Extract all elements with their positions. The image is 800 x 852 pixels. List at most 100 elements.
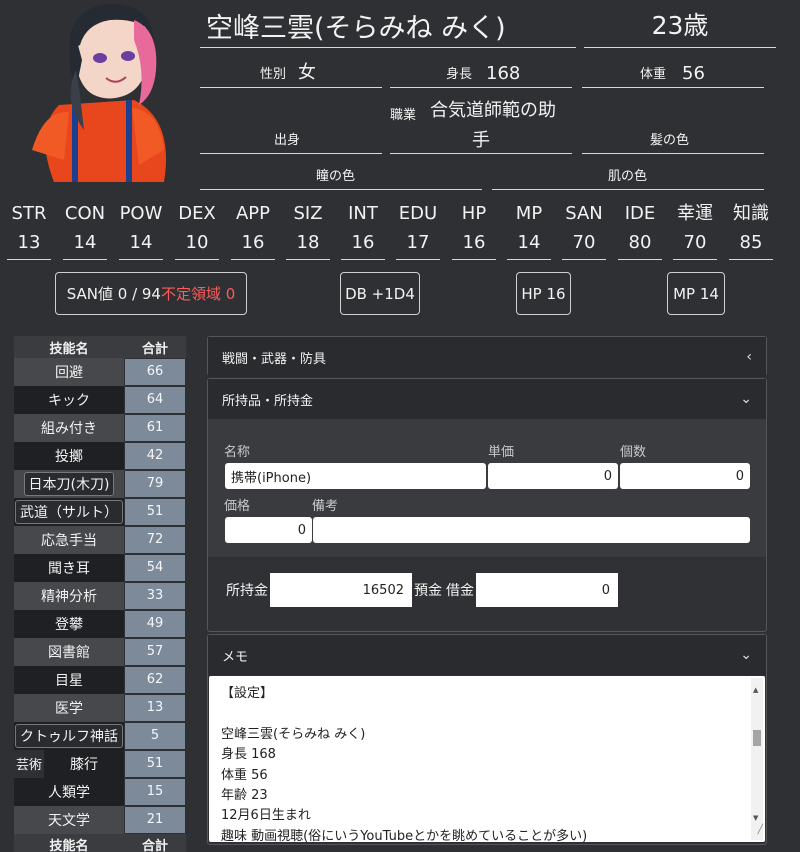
stat-edu: EDU 17 [396, 200, 440, 260]
skill-row-dodge[interactable]: 回避 66 [14, 358, 186, 386]
header-skill-name: 技能名 [49, 341, 89, 357]
stat-value: 16 [241, 232, 265, 253]
skill-value: 51 [124, 749, 186, 778]
memo-line: 年齢 23 [221, 787, 268, 803]
skill-row-listen[interactable]: 聞き耳 54 [14, 553, 186, 582]
skill-value: 21 [124, 805, 186, 834]
eye-color-label: 瞳の色 [316, 169, 356, 184]
character-name: 空峰三雲(そらみね みく) [206, 13, 506, 44]
hp-button[interactable]: HP 16 [516, 272, 571, 315]
stat-mp: MP 14 [507, 200, 551, 260]
skill-row-climb[interactable]: 登攀 49 [14, 609, 186, 638]
memo-scrollbar[interactable]: ▲ ▼ [751, 678, 763, 840]
skill-name: 組み付き [14, 413, 124, 442]
skill-row-kick[interactable]: キック 64 [14, 385, 186, 414]
stat-siz: SIZ 18 [286, 200, 330, 260]
skill-value: 61 [124, 413, 186, 442]
stat-value: 14 [129, 232, 153, 253]
weight-field[interactable]: 体重 56 [582, 60, 764, 88]
skill-row-anthropology[interactable]: 人類学 15 [14, 777, 186, 806]
skill-row-martial-arts[interactable]: 武道（サルト） 51 [14, 497, 186, 526]
skill-row-art[interactable]: 芸術 膝行 51 [14, 749, 186, 778]
memo-line: 【設定】 [221, 686, 274, 701]
memo-line: 空峰三雲(そらみね みく) [221, 726, 366, 742]
skill-value: 42 [124, 441, 186, 470]
skill-value: 49 [124, 609, 186, 638]
stat-value: 18 [296, 232, 320, 253]
skills-table: 技能名 合計 回避 66 キック 64 組み付き 61 投擲 42 日本刀(木刀) 79 … [14, 336, 186, 852]
memo-line: 趣味 動画視聴(俗にいうYouTubeとかを眺めていることが多い) [221, 828, 588, 844]
combat-panel-title: 戦闘・武器・防具 [222, 351, 327, 367]
skill-value: 62 [124, 665, 186, 694]
stat-label: STR [11, 203, 47, 224]
resize-grip-icon[interactable]: ╱ [758, 820, 763, 840]
skill-value: 79 [124, 469, 186, 498]
skill-row-cthulhu-mythos[interactable]: クトゥルフ神話 5 [14, 721, 186, 750]
item-unit-price-input[interactable]: 0 [488, 463, 618, 489]
stat-value: 85 [739, 232, 763, 253]
combat-panel: 戦闘・武器・防具 ‹ [207, 336, 767, 377]
stat-app: APP 16 [231, 200, 275, 260]
skill-name: 投擲 [14, 441, 124, 470]
item-count-input[interactable]: 0 [620, 463, 750, 489]
san-warning: 不定領域 0 [160, 285, 236, 303]
memo-textarea[interactable]: 【設定】 空峰三雲(そらみね みく) 身長 168 体重 56 年齢 23 12… [209, 676, 765, 844]
height-field[interactable]: 身長 168 [390, 60, 572, 88]
debt-input[interactable]: 0 [476, 573, 618, 607]
stat-value: 14 [73, 232, 97, 253]
birthplace-field[interactable]: 出身 [200, 126, 382, 154]
chevron-down-icon: ⌄ [740, 391, 752, 407]
inventory-body: 名称 単価 個数 携帯(iPhone) 0 0 価格 備考 0 [208, 419, 766, 557]
skill-value: 54 [124, 553, 186, 582]
stat-value: 70 [683, 232, 707, 253]
san-status-button[interactable]: SAN値 0 / 94 不定領域 0 [55, 272, 247, 315]
inventory-panel-header[interactable]: 所持品・所持金 ⌄ [208, 379, 766, 419]
character-age-field[interactable]: 23歳 [584, 0, 776, 48]
memo-panel-header[interactable]: メモ ⌄ [208, 635, 766, 675]
item-note-input[interactable] [313, 517, 750, 543]
col-count-label: 個数 [620, 445, 647, 460]
skill-row-grapple[interactable]: 組み付き 61 [14, 413, 186, 442]
stat-pow: POW 14 [119, 200, 163, 260]
deposit-label: 預金 [414, 583, 442, 599]
eye-color-field[interactable]: 瞳の色 [200, 162, 482, 190]
memo-scroll-thumb[interactable] [753, 730, 761, 746]
scroll-up-icon[interactable]: ▲ [753, 680, 758, 700]
db-button[interactable]: DB +1D4 [340, 272, 420, 315]
stat-luck: 幸運 70 [673, 200, 717, 260]
skill-row-spot[interactable]: 目星 62 [14, 665, 186, 694]
skill-row-astronomy[interactable]: 天文学 21 [14, 805, 186, 834]
item-name-input[interactable]: 携帯(iPhone) [225, 463, 486, 489]
job-label: 職業 [390, 108, 417, 123]
stat-str: STR 13 [7, 200, 51, 260]
sex-field[interactable]: 性別 女 [200, 60, 382, 88]
skill-row-katana[interactable]: 日本刀(木刀) 79 [14, 469, 186, 498]
item-price-input[interactable]: 0 [225, 517, 312, 543]
skill-art-cell: 芸術 膝行 [14, 749, 124, 778]
skill-row-library[interactable]: 図書館 57 [14, 637, 186, 666]
chevron-down-icon: ⌄ [740, 647, 752, 663]
skill-value: 33 [124, 581, 186, 610]
mp-button[interactable]: MP 14 [667, 272, 725, 315]
skill-row-first-aid[interactable]: 応急手当 72 [14, 525, 186, 554]
skin-color-field[interactable]: 肌の色 [492, 162, 764, 190]
skill-row-throw[interactable]: 投擲 42 [14, 441, 186, 470]
hair-color-field[interactable]: 髪の色 [582, 126, 764, 154]
skill-value: 51 [124, 497, 186, 526]
memo-line: 12月6日生まれ [221, 808, 311, 824]
skill-row-medicine[interactable]: 医学 13 [14, 693, 186, 722]
character-name-field[interactable]: 空峰三雲(そらみね みく) [200, 0, 576, 48]
money-input[interactable]: 16502 [270, 573, 412, 607]
job-value-line2: 手 [472, 130, 490, 151]
memo-line: 身長 168 [221, 747, 276, 763]
skill-value: 72 [124, 525, 186, 554]
skill-value: 64 [124, 385, 186, 414]
stat-hp: HP 16 [452, 200, 496, 260]
combat-panel-header[interactable]: 戦闘・武器・防具 ‹ [208, 337, 766, 377]
skill-row-psychoanalysis[interactable]: 精神分析 33 [14, 581, 186, 610]
stat-dex: DEX 10 [175, 200, 219, 260]
job-field[interactable]: 職業 合気道師範の助 手 [390, 94, 572, 154]
stat-value: 14 [517, 232, 541, 253]
art-label: 芸術 [15, 758, 42, 774]
sex-value: 女 [298, 62, 316, 83]
